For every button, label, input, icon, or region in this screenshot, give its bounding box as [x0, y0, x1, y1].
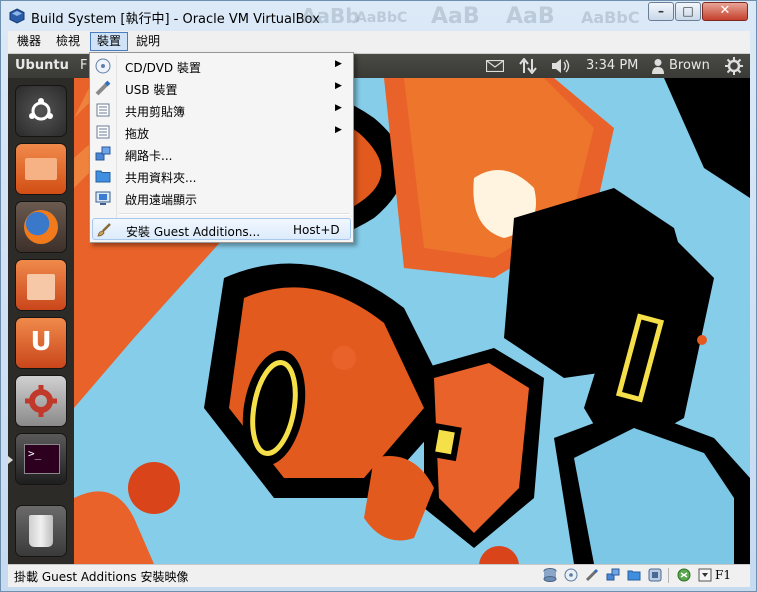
- menu-item-drag-drop[interactable]: 拖放 ▶: [92, 121, 351, 143]
- menu-item-label: 拖放: [125, 127, 150, 141]
- ubuntu-logo-icon: [29, 98, 53, 121]
- submenu-arrow-icon: ▶: [335, 125, 342, 135]
- trash-can-shape: [29, 515, 53, 547]
- status-message: 掛載 Guest Additions 安裝映像: [14, 570, 189, 584]
- user-name[interactable]: Brown: [669, 58, 710, 73]
- usb-icon: [95, 80, 111, 96]
- shared-folder-icon[interactable]: [627, 568, 641, 582]
- folder-shape: [25, 158, 57, 180]
- mouse-integration-icon[interactable]: [677, 568, 691, 582]
- ubuntu-panel-title: Ubuntu: [15, 58, 69, 73]
- firefox-icon[interactable]: [16, 202, 66, 252]
- firefox-globe: [24, 210, 58, 244]
- close-button[interactable]: ✕: [702, 2, 748, 21]
- menu-machine[interactable]: 機器: [11, 32, 47, 51]
- virtualbox-app-icon: [9, 8, 25, 24]
- status-divider: [668, 568, 669, 583]
- submenu-arrow-icon: ▶: [335, 81, 342, 91]
- ubuntu-panel-menu-fragment[interactable]: F: [80, 58, 87, 73]
- minimize-button[interactable]: –: [648, 2, 674, 21]
- active-indicator: [8, 456, 13, 464]
- ubuntu-launcher: U >_: [8, 78, 74, 564]
- status-bar: 掛載 Guest Additions 安裝映像 F1: [8, 564, 750, 587]
- terminal-prompt: >_: [28, 447, 42, 460]
- trash-icon[interactable]: [16, 506, 66, 556]
- menu-item-remote-display[interactable]: 啟用遠端顯示: [92, 187, 351, 209]
- menu-item-network-adapters[interactable]: 網路卡...: [92, 143, 351, 165]
- menu-item-install-guest-additions[interactable]: 安裝 Guest Additions... Host+D: [92, 218, 351, 240]
- remote-display-icon: [95, 191, 111, 205]
- mail-icon[interactable]: [486, 60, 504, 72]
- background-ghost-text: AaB: [431, 4, 480, 29]
- clipboard-icon: [96, 103, 110, 117]
- gear-icon[interactable]: [725, 57, 743, 75]
- window-title: Build System [執行中] - Oracle VM VirtualBo…: [31, 12, 320, 27]
- user-icon: [652, 59, 664, 74]
- menu-item-shortcut: Host+D: [293, 223, 340, 237]
- folder-icon: [95, 170, 111, 183]
- network-status-icon[interactable]: [606, 568, 620, 582]
- menu-item-label: 共用剪貼簿: [125, 105, 186, 119]
- files-icon[interactable]: [16, 144, 66, 194]
- background-ghost-text: AaBbC: [581, 8, 640, 27]
- background-ghost-text: AaBbC: [356, 10, 408, 26]
- maximize-icon: □: [682, 4, 694, 18]
- title-bar[interactable]: Build System [執行中] - Oracle VM VirtualBo…: [1, 1, 756, 31]
- terminal-icon[interactable]: >_: [16, 434, 66, 484]
- close-icon: ✕: [719, 3, 731, 18]
- menu-item-label: 啟用遠端顯示: [125, 193, 198, 207]
- menu-help[interactable]: 說明: [130, 32, 166, 51]
- shopping-bag-shape: [27, 274, 55, 300]
- ubuntu-one-icon[interactable]: U: [16, 318, 66, 368]
- host-key-label: F1: [715, 568, 731, 582]
- settings-gear-icon: [25, 385, 57, 417]
- devices-menu: CD/DVD 裝置 ▶ USB 裝置 ▶ 共用剪貼簿 ▶ 拖放 ▶ 網路卡...…: [89, 52, 354, 243]
- maximize-button[interactable]: □: [675, 2, 701, 21]
- ubuntu-one-glyph: U: [30, 327, 52, 357]
- host-key-icon: [698, 568, 712, 582]
- volume-icon[interactable]: [551, 58, 571, 74]
- menu-item-cd-dvd[interactable]: CD/DVD 裝置 ▶: [92, 55, 351, 77]
- usb-status-icon[interactable]: [585, 568, 599, 582]
- menu-item-label: 安裝 Guest Additions...: [126, 225, 261, 239]
- drag-drop-icon: [96, 125, 110, 139]
- hard-disk-icon[interactable]: [543, 568, 557, 582]
- software-center-icon[interactable]: [16, 260, 66, 310]
- menu-item-label: 共用資料夾...: [125, 171, 197, 185]
- dash-home-icon[interactable]: [16, 86, 66, 136]
- menu-item-usb[interactable]: USB 裝置 ▶: [92, 77, 351, 99]
- cd-icon: [95, 58, 111, 74]
- system-settings-icon[interactable]: [16, 376, 66, 426]
- minimize-icon: –: [658, 4, 664, 18]
- submenu-arrow-icon: ▶: [335, 103, 342, 113]
- background-ghost-text: AaBb: [301, 4, 360, 28]
- background-ghost-text: AaB: [506, 4, 555, 29]
- menu-item-shared-folders[interactable]: 共用資料夾...: [92, 165, 351, 187]
- menu-item-shared-clipboard[interactable]: 共用剪貼簿 ▶: [92, 99, 351, 121]
- menu-view[interactable]: 檢視: [50, 32, 86, 51]
- terminal-screen: >_: [24, 444, 60, 474]
- brush-icon: [97, 223, 111, 237]
- submenu-arrow-icon: ▶: [335, 59, 342, 69]
- menu-item-label: CD/DVD 裝置: [125, 61, 201, 75]
- clock[interactable]: 3:34 PM: [586, 58, 638, 73]
- optical-drive-icon[interactable]: [564, 568, 578, 582]
- menu-bar: 機器 檢視 裝置 說明: [8, 31, 750, 54]
- display-status-icon[interactable]: [648, 568, 662, 582]
- menu-devices[interactable]: 裝置: [90, 32, 129, 51]
- menu-item-label: 網路卡...: [125, 149, 173, 163]
- menu-separator: [119, 213, 349, 215]
- menu-item-label: USB 裝置: [125, 83, 178, 97]
- network-icon: [95, 146, 111, 161]
- network-arrows-icon[interactable]: [519, 58, 537, 74]
